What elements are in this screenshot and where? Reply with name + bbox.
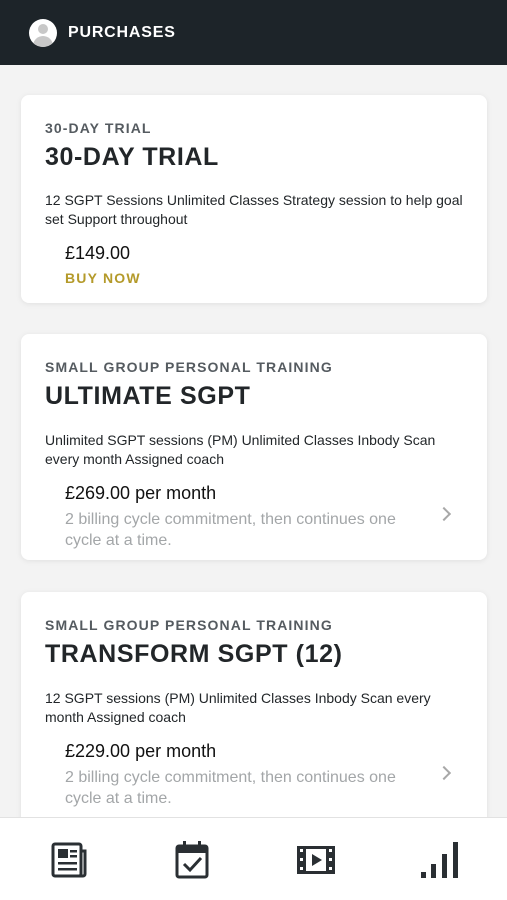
- video-icon: [297, 845, 335, 874]
- purchases-list[interactable]: 30-DAY TRIAL 30-DAY TRIAL 12 SGPT Sessio…: [0, 65, 507, 817]
- card-eyebrow: 30-DAY TRIAL: [45, 120, 152, 136]
- card-title: TRANSFORM SGPT (12): [45, 640, 343, 668]
- tab-videos[interactable]: [253, 818, 379, 900]
- calendar-check-icon: [175, 840, 209, 878]
- card-description: Unlimited SGPT sessions (PM) Unlimited C…: [45, 432, 436, 467]
- card-price: £229.00 per month: [65, 741, 217, 761]
- purchase-card-30-day-trial[interactable]: 30-DAY TRIAL 30-DAY TRIAL 12 SGPT Sessio…: [21, 95, 487, 303]
- bottom-tab-bar: [0, 817, 507, 900]
- card-price: £149.00: [65, 243, 131, 263]
- card-price: £269.00 per month: [65, 483, 217, 503]
- top-bar: PURCHASES: [0, 0, 507, 65]
- bar-chart-icon: [421, 841, 458, 878]
- card-title: ULTIMATE SGPT: [45, 382, 251, 410]
- billing-note: 2 billing cycle commitment, then continu…: [65, 511, 396, 549]
- chevron-right-icon[interactable]: [436, 765, 452, 781]
- tab-stats[interactable]: [377, 818, 503, 900]
- purchase-card-transform-sgpt[interactable]: SMALL GROUP PERSONAL TRAINING TRANSFORM …: [21, 592, 487, 817]
- billing-note: 2 billing cycle commitment, then continu…: [65, 769, 396, 807]
- card-eyebrow: SMALL GROUP PERSONAL TRAINING: [45, 359, 333, 375]
- user-avatar-icon[interactable]: [29, 18, 57, 47]
- tab-news[interactable]: [5, 818, 131, 900]
- card-eyebrow: SMALL GROUP PERSONAL TRAINING: [45, 617, 333, 633]
- buy-now-button[interactable]: BUY NOW: [65, 270, 141, 286]
- card-title: 30-DAY TRIAL: [45, 143, 219, 171]
- card-description: 12 SGPT Sessions Unlimited Classes Strat…: [45, 192, 463, 227]
- page-title: PURCHASES: [68, 23, 176, 41]
- news-icon: [51, 842, 87, 877]
- chevron-right-icon[interactable]: [436, 506, 452, 522]
- card-description: 12 SGPT sessions (PM) Unlimited Classes …: [45, 690, 431, 725]
- tab-schedule[interactable]: [129, 818, 255, 900]
- purchase-card-ultimate-sgpt[interactable]: SMALL GROUP PERSONAL TRAINING ULTIMATE S…: [21, 334, 487, 560]
